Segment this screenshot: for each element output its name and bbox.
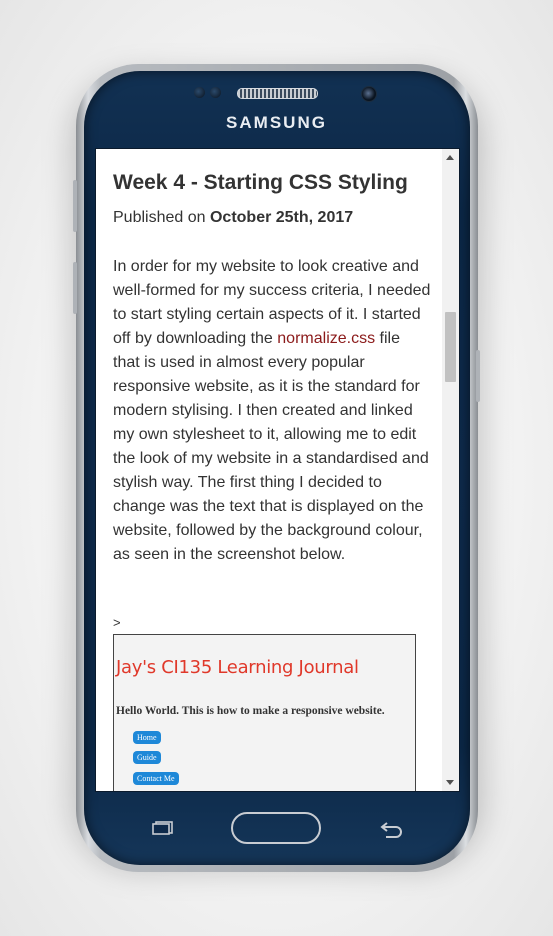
scrollbar-thumb[interactable]	[445, 312, 456, 382]
published-prefix: Published on	[113, 209, 206, 226]
proximity-sensor-icon	[194, 87, 205, 98]
light-sensor-icon	[210, 87, 221, 98]
power-button	[476, 350, 480, 402]
post-body: In order for my website to look creative…	[113, 255, 431, 567]
recent-apps-icon[interactable]	[152, 821, 174, 835]
body-text-after-link: file that is used in almost every popula…	[113, 330, 429, 563]
phone-screen[interactable]: Week 4 - Starting CSS Styling Published …	[95, 148, 460, 792]
published-line: Published on October 25th, 2017	[113, 209, 353, 227]
front-camera-icon	[361, 86, 377, 102]
earpiece-speaker	[237, 88, 318, 99]
post-title: Week 4 - Starting CSS Styling	[113, 171, 408, 194]
normalize-css-link[interactable]: normalize.css	[277, 330, 375, 347]
home-button[interactable]	[231, 812, 321, 844]
vertical-scrollbar[interactable]	[442, 149, 459, 791]
screenshot-guide-button: Guide	[133, 751, 161, 764]
published-date: October 25th, 2017	[209, 209, 354, 226]
website-screenshot-image: Jay's CI135 Learning Journal Hello World…	[113, 634, 416, 791]
back-icon[interactable]	[378, 819, 406, 839]
scroll-up-arrow-icon[interactable]	[446, 155, 454, 160]
screenshot-contact-button: Contact Me	[133, 772, 179, 785]
scroll-down-arrow-icon[interactable]	[446, 780, 454, 785]
screenshot-journal-title: Jay's CI135 Learning Journal	[116, 657, 359, 678]
screenshot-home-button: Home	[133, 731, 161, 744]
volume-button-lower	[73, 262, 77, 314]
volume-button	[73, 180, 77, 232]
screenshot-hello-text: Hello World. This is how to make a respo…	[116, 705, 385, 717]
brand-logo: SAMSUNG	[226, 113, 327, 132]
stray-character: >	[113, 615, 121, 630]
